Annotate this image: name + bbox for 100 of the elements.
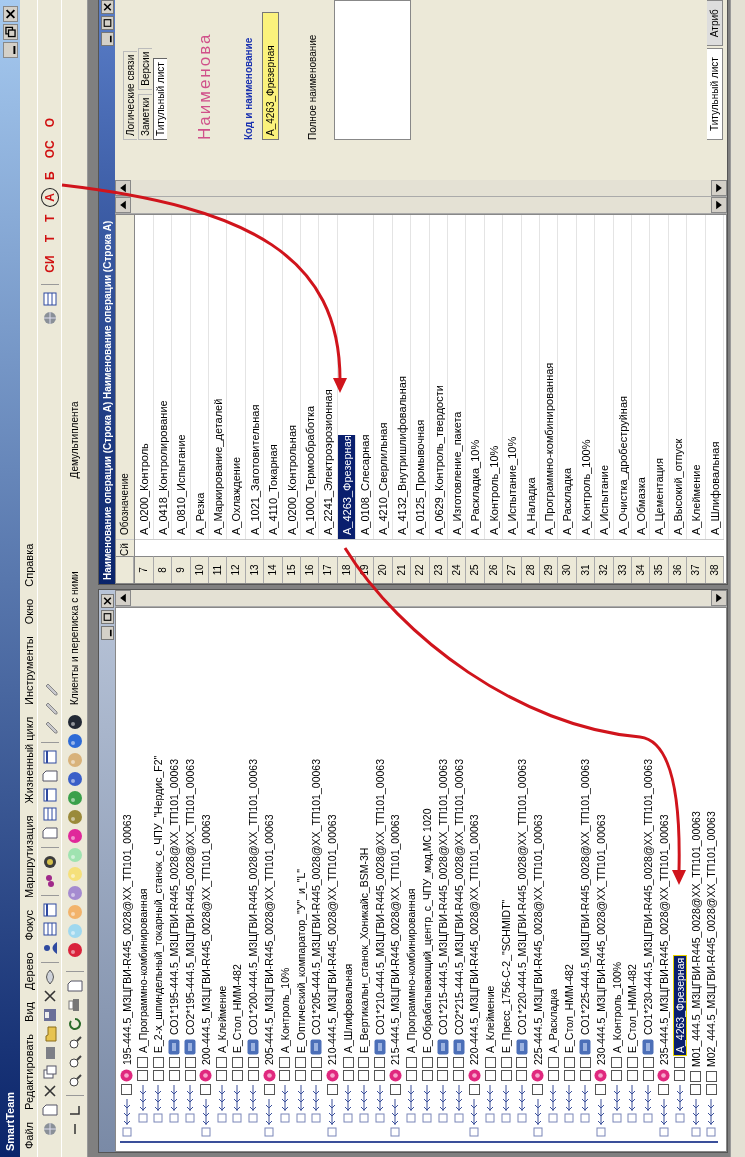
table-cell[interactable]: А_0200_Контроль (135, 215, 154, 539)
tree-item[interactable]: 205-444.5_М3ЦГВИ-R445_0028@ХХ_ТП101_00063 (263, 812, 276, 1067)
tab[interactable]: Титульный лист (707, 48, 723, 140)
scrollbar[interactable] (730, 0, 745, 1157)
tree-item[interactable]: Е_Обрабатывающий_центр_с_ЧПУ_мод.МС 1020 (421, 806, 434, 1055)
table-cell[interactable]: А_Клеймение (687, 215, 706, 539)
tree-item[interactable]: Е_2-х_шпиндельный_токарный_станок_с_ЧПУ_"Нердис_F2" (152, 753, 165, 1055)
globe-icon[interactable] (41, 1121, 58, 1137)
tree-item[interactable]: 220-444.5_М3ЦГВИ-R445_0028@ХХ_ТП101_00063 (468, 812, 481, 1067)
table-cell[interactable]: А_Цементация (650, 215, 669, 539)
restore-icon[interactable] (2, 24, 18, 40)
window-icon[interactable] (41, 749, 58, 765)
tree-item[interactable]: 210-444.5_М3ЦГВИ-R445_0028@ХХ_ТП101_00063 (326, 812, 339, 1067)
table-cell[interactable]: А_1000_Термообработка (300, 215, 320, 539)
table-cell[interactable]: А_Раскладка_10% (466, 215, 485, 539)
letter-button[interactable]: Т (40, 209, 59, 227)
tree-item[interactable]: М01_444.5_М3ЦГВИ-R445_0028@ХХ_ТП101_00063 (689, 809, 702, 1069)
ball-icon[interactable] (41, 854, 58, 870)
scrollbar[interactable] (115, 180, 727, 197)
tree-item[interactable]: А_Шлифовальная (342, 961, 355, 1055)
table-cell[interactable]: А_4110_Токарная (264, 215, 283, 539)
full-name-field[interactable] (334, 0, 411, 140)
letter-button[interactable]: О (40, 113, 59, 133)
toolbar-label[interactable]: Клиенты и переписка с ними (69, 571, 80, 705)
tree-item[interactable]: Е_Оптический_компаратор_"У"_и_"L" (294, 867, 307, 1055)
tree-item[interactable]: А_Клеймение (484, 983, 497, 1055)
cut-icon[interactable] (41, 988, 58, 1004)
table-cell[interactable]: А_4132_Внутришлифовальная (392, 215, 412, 539)
table-cell[interactable]: А_0200_Контрольная (282, 215, 301, 539)
cut-icon[interactable] (41, 1083, 58, 1099)
tab[interactable]: Логические связи (123, 50, 137, 140)
menu-item[interactable]: Жизненный цикл (22, 716, 35, 804)
tree-item[interactable]: СО2*215-444.5_М3ЦГВИ-R445_0028@ХХ_ТП101_00063 (452, 757, 465, 1037)
menu-item[interactable]: Инструменты (22, 636, 35, 705)
table-cell[interactable]: А_1021_Заготовительная (245, 215, 265, 539)
table-cell[interactable]: А_0125_Промывочная (411, 215, 430, 539)
tree-item[interactable]: СО1*200-444.5_М3ЦГВИ-R445_0028@ХХ_ТП101_00063 (247, 757, 260, 1037)
table-cell[interactable]: А_Шлифовальная (705, 215, 724, 539)
scroll-down-icon[interactable] (711, 180, 727, 196)
tree-item[interactable]: СО2*195-444.5_М3ЦГВИ-R445_0028@ХХ_ТП101_00063 (184, 757, 197, 1037)
tree-item[interactable]: СО1*210-444.5_М3ЦГВИ-R445_0028@ХХ_ТП101_00063 (373, 757, 386, 1037)
menu-item[interactable]: Файл (22, 1121, 35, 1149)
tree-item[interactable]: 235-444.5_М3ЦГВИ-R445_0028@ХХ_ТП101_00063 (658, 812, 670, 1067)
window-icon[interactable] (41, 902, 58, 918)
tree-item[interactable]: СО1*205-444.5_М3ЦГВИ-R445_0028@ХХ_ТП101_00063 (310, 757, 323, 1037)
minimize-icon[interactable] (2, 42, 18, 58)
tree-item[interactable]: 215-444.5_М3ЦГВИ-R445_0028@ХХ_ТП101_00063 (389, 812, 402, 1067)
tree-item[interactable]: 200-444.5_М3ЦГВИ-R445_0028@ХХ_ТП101_00063 (199, 812, 212, 1067)
minimize-icon[interactable] (100, 32, 114, 47)
tab[interactable]: Версии (138, 47, 152, 90)
menu-item[interactable]: Вид (22, 1002, 35, 1022)
table-cell[interactable]: А_4210_Сверлильная (374, 215, 393, 539)
maximize-icon[interactable] (100, 16, 114, 31)
table-cell[interactable]: А_Контроль_10% (484, 215, 504, 539)
save-icon[interactable] (41, 1007, 58, 1023)
grid-icon[interactable] (41, 290, 58, 307)
tab[interactable]: Титульный лист (153, 58, 167, 140)
menu-item[interactable]: Справка (22, 543, 35, 587)
tree-item[interactable]: СО1*220-444.5_М3ЦГВИ-R445_0028@ХХ_ТП101_00063 (515, 757, 528, 1037)
scrollbar[interactable] (115, 590, 727, 607)
tree-item[interactable]: 230-444.5_М3ЦГВИ-R445_0028@ХХ_ТП101_00063 (594, 812, 607, 1067)
tree-item[interactable]: СО1*195-444.5_М3ЦГВИ-R445_0028@ХХ_ТП101_00063 (168, 757, 181, 1037)
search-icon[interactable] (66, 1073, 83, 1089)
table-cell[interactable]: А_Высокий_отпуск (668, 215, 688, 539)
tree-item[interactable]: 195-444.5_М3ЦГВИ-R445_0028@ХХ_ТП101_00063 (120, 812, 133, 1067)
table-cell[interactable]: А_0108_Слесарная (356, 215, 375, 539)
letter-button[interactable]: СИ (40, 250, 59, 278)
close-icon[interactable] (2, 6, 18, 22)
table-cell[interactable]: А_Испытание (595, 215, 614, 539)
search-icon[interactable] (66, 1035, 83, 1051)
letter-button[interactable]: ОС (40, 135, 59, 164)
scroll-up-icon[interactable] (115, 197, 131, 213)
grid-icon[interactable] (41, 806, 58, 822)
menu-item[interactable]: Окно (22, 598, 35, 625)
scroll-down-icon[interactable] (711, 197, 727, 213)
table-cell[interactable]: А_Программно-комбинированная (540, 215, 559, 539)
table-cell[interactable]: А_Очистка_дробеструйная (613, 215, 632, 539)
table-cell[interactable]: А_0629_Контроль_твердости (429, 215, 449, 539)
tree-item[interactable]: 225-444.5_М3ЦГВИ-R445_0028@ХХ_ТП101_00063 (531, 812, 544, 1067)
menu-item[interactable]: Дерево (22, 952, 35, 991)
letter-button[interactable]: Б (40, 166, 59, 185)
tab[interactable]: Заметки (138, 93, 152, 140)
table-cell[interactable]: А_Обмазка (631, 215, 651, 539)
tree-item[interactable]: А_Контроль_10% (278, 965, 291, 1055)
scrollbar[interactable] (115, 197, 727, 214)
table-cell[interactable]: А_Раскладка (558, 215, 577, 539)
tree-item[interactable]: А_Клеймение (215, 983, 228, 1055)
menu-item[interactable]: Фокус (22, 910, 35, 941)
letter-button[interactable]: Т (40, 230, 59, 248)
table-cell[interactable]: А_0810_Испытание (172, 215, 191, 539)
code-field[interactable]: А_4263_Фрезерная (262, 12, 279, 140)
tree-item[interactable]: А_4263_Фрезерная (673, 955, 686, 1055)
tree-item[interactable]: СО1*230-444.5_М3ЦГВИ-R445_0028@ХХ_ТП101_00063 (642, 757, 655, 1037)
tree-item[interactable]: Е_Вертикальн_станок_Хоникайс_BSM-3H (357, 845, 370, 1055)
copy-icon[interactable] (41, 1064, 58, 1080)
tree-item[interactable]: А_Программно-комбинированная (136, 886, 149, 1055)
scroll-up-icon[interactable] (115, 590, 131, 606)
document-icon[interactable] (41, 825, 58, 841)
scroll-down-icon[interactable] (711, 590, 727, 606)
tree-item[interactable]: Е_Стол_НММ-482 (563, 962, 576, 1055)
